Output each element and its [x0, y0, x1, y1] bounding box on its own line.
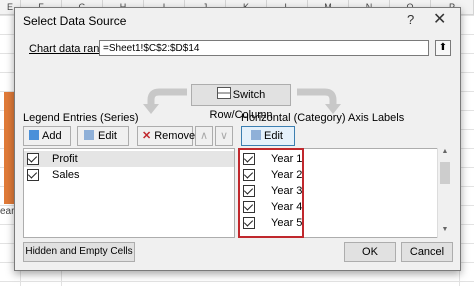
move-up-button[interactable]: ∧: [195, 126, 213, 146]
add-icon: [29, 130, 39, 140]
curved-arrow-left-icon: [143, 88, 187, 114]
dialog-title: Select Data Source: [23, 14, 127, 28]
switch-row-column-button[interactable]: Switch Row/Column: [191, 84, 291, 121]
scroll-down-icon[interactable]: ▼: [438, 226, 452, 238]
add-series-button[interactable]: Add: [23, 126, 71, 146]
series-list[interactable]: Profit Sales: [23, 148, 235, 238]
series-checkbox[interactable]: [27, 153, 39, 165]
edit-axis-labels-label: Edit: [264, 130, 283, 142]
edit-axis-labels-button[interactable]: Edit: [241, 126, 295, 146]
axis-labels-label: Horizontal (Category) Axis Labels: [241, 112, 405, 124]
series-label: Profit: [52, 153, 78, 165]
edit-series-label: Edit: [98, 130, 117, 142]
curved-arrow-right-icon: [297, 88, 341, 114]
select-data-source-dialog: Select Data Source ? ✕ Chart data range:…: [14, 7, 461, 271]
scroll-up-icon[interactable]: ▲: [438, 148, 452, 160]
hidden-empty-cells-label: Hidden and Empty Cells: [25, 246, 133, 257]
move-down-icon: ∨: [219, 130, 229, 142]
edit-icon: [251, 130, 261, 140]
series-label: Sales: [52, 169, 80, 181]
hidden-empty-cells-button[interactable]: Hidden and Empty Cells: [23, 242, 135, 262]
ok-button[interactable]: OK: [344, 242, 396, 262]
add-series-label: Add: [42, 130, 62, 142]
collapse-up-icon: ⬆: [438, 42, 448, 53]
move-down-button[interactable]: ∨: [215, 126, 233, 146]
series-item-sales[interactable]: Sales: [24, 167, 234, 183]
remove-icon: ✕: [142, 130, 152, 142]
series-item-profit[interactable]: Profit: [24, 151, 234, 167]
close-button[interactable]: ✕: [433, 9, 446, 29]
series-checkbox[interactable]: [27, 169, 39, 181]
cancel-label: Cancel: [409, 246, 445, 258]
chart-data-range-input[interactable]: =Sheet1!$C$2:$D$14: [99, 40, 429, 56]
help-button[interactable]: ?: [407, 12, 414, 27]
legend-entries-label: Legend Entries (Series): [23, 112, 139, 124]
edit-icon: [84, 130, 94, 140]
remove-series-button[interactable]: ✕ Remove: [137, 126, 196, 146]
switch-row-column-icon: [216, 87, 231, 99]
move-up-icon: ∧: [199, 130, 209, 142]
highlight-box: [238, 148, 304, 238]
edit-series-button[interactable]: Edit: [77, 126, 129, 146]
scroll-thumb[interactable]: [440, 162, 450, 184]
collapse-dialog-button[interactable]: ⬆: [435, 40, 451, 56]
cancel-button[interactable]: Cancel: [401, 242, 453, 262]
category-scrollbar[interactable]: ▲ ▼: [437, 148, 452, 238]
remove-series-label: Remove: [154, 130, 196, 142]
ok-label: OK: [362, 246, 378, 258]
